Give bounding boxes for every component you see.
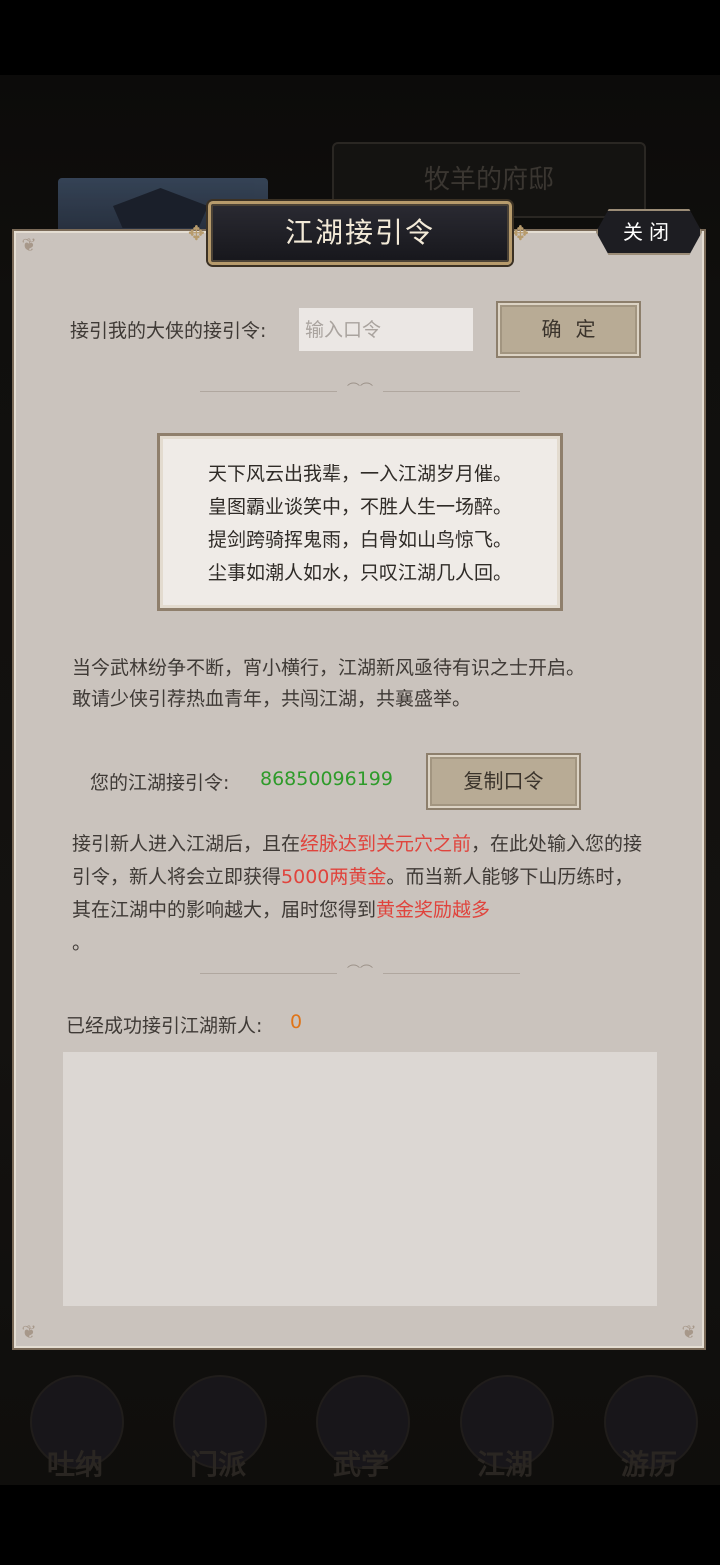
invited-count-value: 0 bbox=[290, 1011, 303, 1033]
poem-line: 皇图霸业谈笑中，不胜人生一场醉。 bbox=[207, 496, 512, 518]
my-code-value: 86850096199 bbox=[260, 768, 393, 790]
intro-line-2: 敢请少侠引荐热血青年，共闯江湖，共襄盛举。 bbox=[72, 688, 472, 710]
nav-item-jianghu: 江湖 bbox=[450, 1365, 560, 1481]
confirm-button[interactable]: 确定 bbox=[498, 303, 639, 356]
title-ornament-left-icon: ✥ bbox=[188, 221, 205, 245]
copy-code-button[interactable]: 复制口令 bbox=[428, 755, 579, 808]
my-code-label: 您的江湖接引令: bbox=[90, 772, 230, 794]
highlight-reward: 黄金奖励越多 bbox=[376, 899, 491, 921]
poem-line: 提剑跨骑挥鬼雨，白骨如山鸟惊飞。 bbox=[207, 529, 512, 551]
corner-ornament-icon: ❦ bbox=[681, 1322, 697, 1343]
invited-count-label: 已经成功接引江湖新人: bbox=[66, 1015, 263, 1037]
bottom-nav: 吐纳 门派 武学 江湖 游历 bbox=[0, 1355, 720, 1485]
highlight-meridian: 经脉达到关元穴之前 bbox=[300, 833, 472, 855]
highlight-gold: 5000两黄金 bbox=[281, 866, 387, 888]
nav-item-sect: 门派 bbox=[163, 1365, 273, 1481]
divider: ⌒⌒ bbox=[200, 383, 520, 398]
reward-description: 接引新人进入江湖后，且在经脉达到关元穴之前，在此处输入您的接引令，新人将会立即获… bbox=[72, 833, 643, 954]
dialog-title: 江湖接引令 bbox=[208, 201, 512, 265]
close-button[interactable]: 关闭 bbox=[596, 209, 702, 255]
divider-ornament-icon: ⌒⌒ bbox=[336, 383, 383, 398]
corner-ornament-icon: ❦ bbox=[21, 235, 37, 256]
invite-code-input[interactable] bbox=[299, 308, 473, 351]
invite-code-label: 接引我的大侠的接引令: bbox=[70, 320, 267, 342]
divider-ornament-icon: ⌒⌒ bbox=[336, 965, 383, 980]
corner-ornament-icon: ❦ bbox=[21, 1322, 37, 1343]
invited-list[interactable] bbox=[63, 1052, 657, 1306]
intro-line-1: 当今武林纷争不断，宵小横行，江湖新风亟待有识之士开启。 bbox=[72, 657, 586, 679]
nav-item-martial-arts: 武学 bbox=[306, 1365, 416, 1481]
nav-item-breathing: 吐纳 bbox=[20, 1365, 130, 1481]
title-ornament-right-icon: ✥ bbox=[512, 221, 529, 245]
poem-box: 天下风云出我辈，一入江湖岁月催。 皇图霸业谈笑中，不胜人生一场醉。 提剑跨骑挥鬼… bbox=[157, 433, 563, 611]
poem-line: 尘事如潮人如水，只叹江湖几人回。 bbox=[207, 562, 512, 584]
poem-line: 天下风云出我辈，一入江湖岁月催。 bbox=[207, 463, 512, 485]
nav-item-travel: 游历 bbox=[594, 1365, 704, 1481]
divider: ⌒⌒ bbox=[200, 965, 520, 980]
